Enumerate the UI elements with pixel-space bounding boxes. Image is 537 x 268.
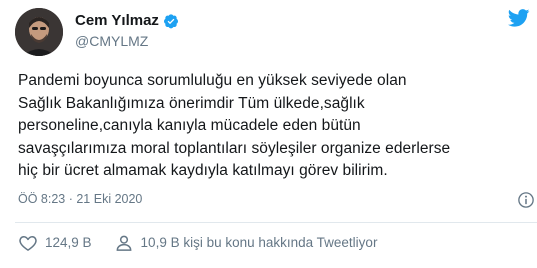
tweet-actions: 124,9 B 10,9 B kişi bu konu hakkında Twe…	[18, 233, 377, 253]
info-icon[interactable]	[517, 191, 535, 209]
tweeting-about-link[interactable]: 10,9 B kişi bu konu hakkında Tweetliyor	[114, 233, 378, 253]
like-button[interactable]: 124,9 B	[18, 233, 92, 253]
tweeting-about-text: 10,9 B kişi bu konu hakkında Tweetliyor	[140, 235, 378, 250]
username[interactable]: @CMYLMZ	[75, 32, 148, 50]
avatar-image	[15, 8, 63, 56]
tweet-text-line: Pandemi boyunca sorumluluğu en yüksek se…	[18, 72, 407, 89]
tweet-text-line: personeline,canıyla kanıyla mücadele ede…	[18, 117, 361, 134]
tweet-text-line: Sağlık Bakanlığımıza önerimdir Tüm ülked…	[18, 94, 365, 112]
tweet-timestamp[interactable]: ÖÖ 8:23 · 21 Eki 2020	[18, 191, 142, 207]
tweet-text-line: savaşçılarımıza moral toplantıları söyle…	[18, 139, 451, 157]
display-name[interactable]: Cem Yılmaz	[75, 12, 159, 30]
tweet-card: Cem Yılmaz @CMYLMZ Pandemi boyunca sorum…	[0, 0, 537, 268]
tweet-text: Pandemi boyunca sorumluluğu en yüksek se…	[18, 70, 528, 183]
verified-badge-icon	[163, 13, 179, 29]
twitter-bird-icon[interactable]	[507, 9, 530, 27]
person-icon	[116, 235, 131, 251]
tweet-text-line: hiç bir ücret almamak kaydıyla katılmayı…	[18, 162, 388, 179]
heart-icon	[19, 236, 37, 251]
name-row: Cem Yılmaz	[75, 12, 179, 30]
avatar[interactable]	[15, 8, 63, 56]
divider	[15, 222, 537, 223]
like-count: 124,9 B	[45, 235, 92, 250]
